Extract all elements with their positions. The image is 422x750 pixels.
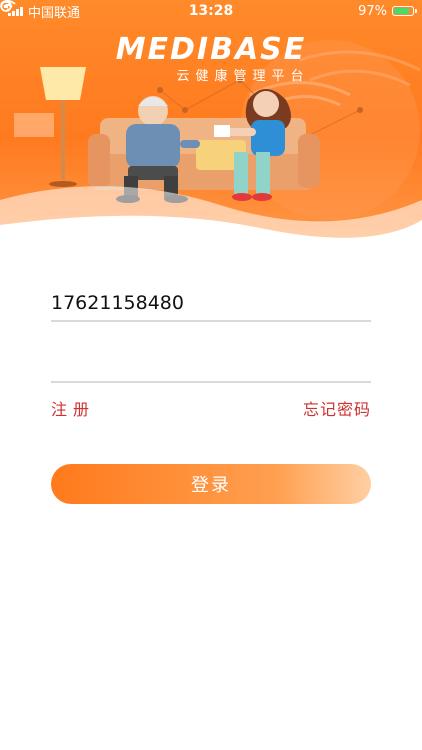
alarm-icon — [0, 1, 12, 12]
register-link[interactable]: 注册 — [51, 396, 95, 420]
app-logo: MEDIBASE 云健康管理平台 — [0, 32, 422, 84]
password-input[interactable] — [51, 347, 371, 383]
phone-input[interactable] — [51, 286, 371, 322]
forgot-password-link[interactable]: 忘记密码 — [303, 396, 371, 420]
status-bar: 中国联通 13:28 97% — [0, 0, 422, 22]
logo-brand: MEDIBASE — [115, 32, 307, 67]
clock: 13:28 — [188, 3, 234, 19]
battery-icon — [392, 6, 417, 16]
logo-tagline: 云健康管理平台 — [176, 69, 310, 84]
login-button[interactable]: 登录 — [51, 464, 371, 504]
header-banner: 中国联通 13:28 97% MEDIBASE 云健康管理平台 — [0, 0, 422, 252]
